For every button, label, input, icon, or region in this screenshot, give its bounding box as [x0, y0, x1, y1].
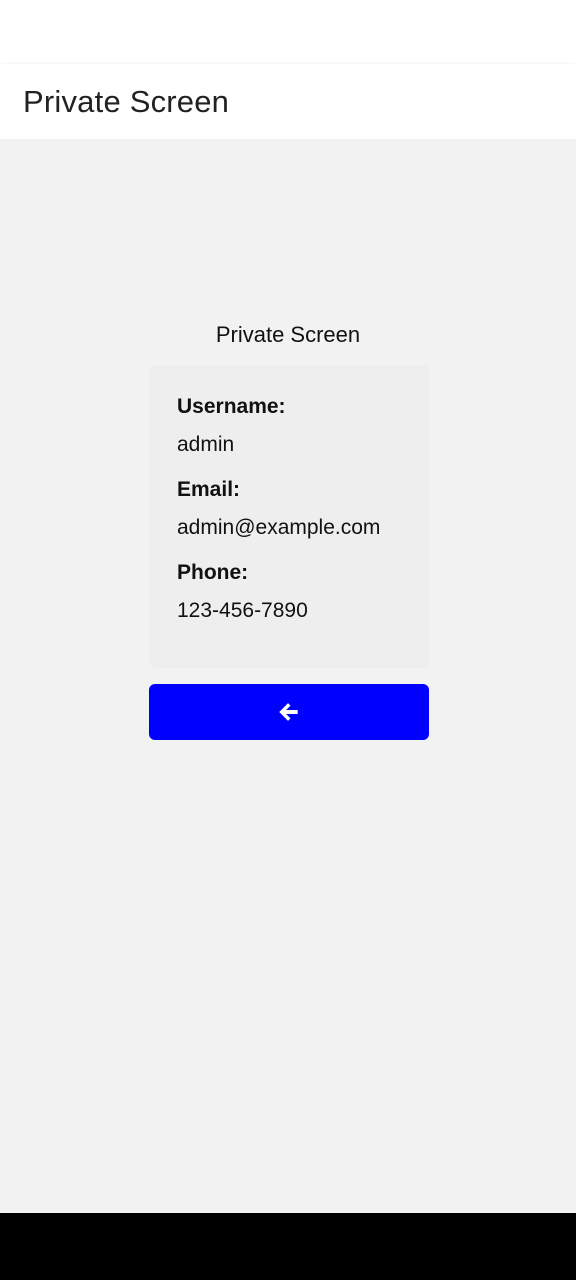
email-value: admin@example.com: [177, 516, 381, 539]
status-bar: [0, 0, 576, 64]
username-value: admin: [177, 433, 235, 456]
app-header: Private Screen: [0, 64, 576, 139]
phone-label: Phone:: [177, 561, 249, 584]
system-navigation-bar: [0, 1213, 576, 1280]
phone-value: 123-456-7890: [177, 599, 308, 622]
email-label: Email:: [177, 478, 241, 501]
page-title: Private Screen: [23, 84, 230, 119]
screen-heading: Private Screen: [215, 322, 361, 347]
arrow-left-icon: [276, 699, 302, 725]
back-button[interactable]: [149, 684, 429, 740]
user-info-card: Username: admin Email: admin@example.com…: [149, 365, 429, 668]
username-label: Username:: [177, 395, 286, 418]
main-content: Private Screen Username: admin Email: ad…: [0, 139, 576, 1213]
